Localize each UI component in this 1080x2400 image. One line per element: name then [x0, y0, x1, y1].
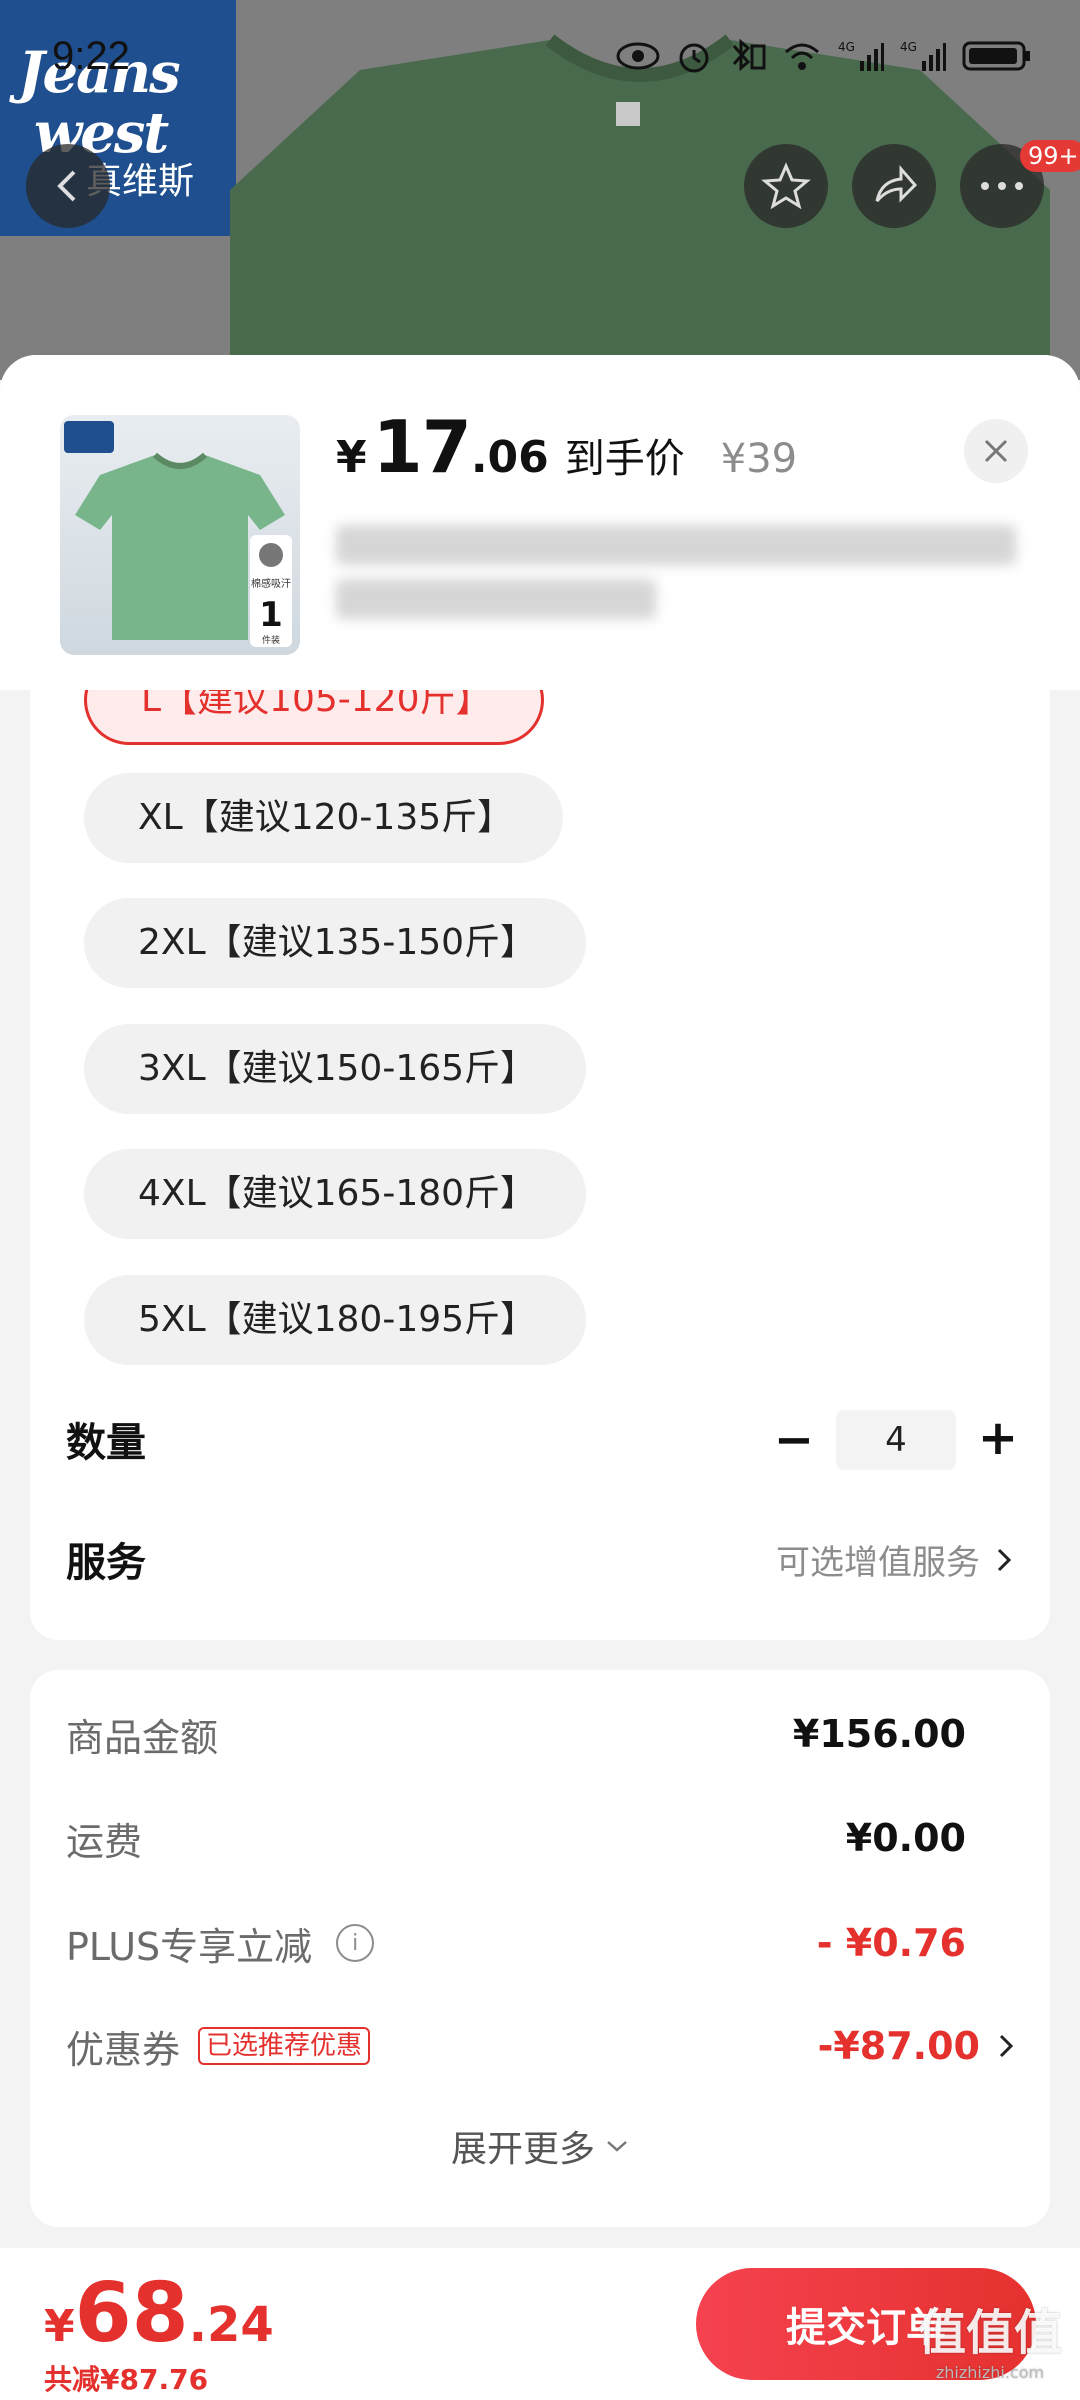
thumb-badge-unit: 件装: [261, 636, 280, 646]
share-button[interactable]: [852, 144, 936, 228]
service-selector[interactable]: 可选增值服务: [776, 1535, 1012, 1584]
price-line: ¥ 17 .06 到手价 ¥39: [336, 405, 797, 489]
alarm-icon: [679, 43, 709, 73]
size-option-4xl[interactable]: 4XL【建议165-180斤】: [84, 1149, 587, 1239]
coupon-row[interactable]: 优惠券 已选推荐优惠 -¥87.00: [66, 2016, 1014, 2076]
service-value: 可选增值服务: [776, 1543, 980, 1583]
size-option-label: 5XL【建议180-195斤】: [138, 1299, 537, 1340]
sheet-header: 棉感吸汗 1 件装 ¥ 17 .06 到手价 ¥39: [0, 355, 1080, 690]
total-saved: 共减¥87.76: [44, 2363, 209, 2396]
price-currency: ¥: [336, 432, 367, 483]
total-decimal: .24: [188, 2297, 274, 2353]
size-option-label: 3XL【建议150-165斤】: [138, 1048, 537, 1089]
goods-amount-row: 商品金额 ¥156.00: [66, 1704, 966, 1764]
status-icons: 4G 4G: [616, 34, 1032, 78]
size-option-label: 2XL【建议135-150斤】: [138, 922, 537, 963]
plus-discount-value: - ¥0.76: [816, 1921, 966, 1965]
size-option-label: XL【建议120-135斤】: [138, 797, 514, 838]
quantity-label: 数量: [66, 1420, 146, 1466]
close-icon: [984, 439, 1008, 463]
svg-text:4G: 4G: [900, 40, 917, 54]
signal-4g-icon-2: 4G: [900, 40, 946, 71]
size-option-l[interactable]: L【建议105-120斤】: [84, 690, 545, 745]
total-currency: ¥: [44, 2301, 75, 2352]
close-button[interactable]: [964, 419, 1028, 483]
favorite-button[interactable]: [744, 144, 828, 228]
coupon-label: 优惠券: [66, 2027, 181, 2072]
size-option-2xl[interactable]: 2XL【建议135-150斤】: [84, 898, 587, 988]
svg-text:4G: 4G: [838, 40, 855, 54]
thumb-badge-text: 棉感吸汗: [251, 579, 291, 590]
star-icon: [761, 162, 811, 210]
coupon-value: -¥87.00: [817, 2024, 980, 2068]
goods-amount-label: 商品金额: [66, 1715, 219, 1760]
status-bar: 9:22 4G 4G: [0, 0, 1080, 110]
watermark-main: 值值值: [917, 2305, 1062, 2361]
more-dots-icon: [981, 182, 1023, 190]
chevron-down-icon: [607, 2141, 627, 2152]
product-thumbnail[interactable]: 棉感吸汗 1 件装: [60, 415, 300, 655]
eye-icon: [616, 42, 660, 70]
expand-more-button[interactable]: 展开更多: [30, 2120, 1050, 2172]
shipping-value: ¥0.00: [845, 1816, 966, 1860]
info-icon[interactable]: i: [336, 1924, 375, 1962]
size-option-xl[interactable]: XL【建议120-135斤】: [84, 773, 564, 863]
expand-more-label: 展开更多: [450, 2129, 595, 2170]
total-price: ¥ 68 .24: [44, 2266, 274, 2361]
plus-discount-label: PLUS专享立减: [66, 1924, 313, 1969]
wifi-icon: [785, 43, 819, 70]
signal-4g-icon: 4G: [838, 40, 884, 71]
spec-card: L【建议105-120斤】 XL【建议120-135斤】 2XL【建议135-1…: [30, 690, 1050, 1640]
battery-icon: [962, 41, 1030, 71]
coupon-recommended-tag: 已选推荐优惠: [198, 2027, 371, 2065]
quantity-input[interactable]: 4: [836, 1410, 956, 1470]
sku-bottom-sheet: 棉感吸汗 1 件装 ¥ 17 .06 到手价 ¥39 L【建议105-120斤】…: [0, 355, 1080, 2400]
share-icon: [875, 165, 918, 203]
chevron-right-icon: [997, 1548, 1012, 1571]
thumb-badge-count: 1: [259, 595, 283, 635]
original-price: ¥39: [720, 436, 798, 482]
product-title-blurred: [336, 525, 1026, 635]
size-option-label: 4XL【建议165-180斤】: [138, 1173, 537, 1214]
size-option-label: L【建议105-120斤】: [141, 690, 492, 720]
price-tag: 到手价: [564, 436, 685, 482]
goods-amount-value: ¥156.00: [792, 1712, 966, 1756]
quantity-increment-button[interactable]: +: [974, 1408, 1022, 1468]
total-integer: 68: [74, 2266, 189, 2361]
plus-discount-row: PLUS专享立减 i - ¥0.76: [66, 1913, 966, 1973]
price-integer: 17: [372, 405, 472, 489]
shipping-row: 运费 ¥0.00: [66, 1808, 966, 1868]
watermark: 值值值 zhizhizhi.com: [918, 2293, 1062, 2382]
bluetooth-battery-icon: [732, 38, 766, 72]
shipping-label: 运费: [66, 1819, 143, 1864]
service-label: 服务: [66, 1540, 146, 1586]
message-count-badge: 99+: [1020, 140, 1080, 172]
checkout-bar: ¥ 68 .24 共减¥87.76 提交订单 值值值 zhizhizhi.com: [0, 2248, 1080, 2400]
chevron-right-icon: [999, 2034, 1014, 2058]
price-decimal: .06: [470, 432, 549, 483]
chevron-left-icon: [57, 170, 76, 202]
back-button[interactable]: [26, 144, 110, 228]
quantity-decrement-button[interactable]: −: [770, 1412, 818, 1468]
watermark-sub: zhizhizhi.com: [935, 2363, 1045, 2382]
size-option-5xl[interactable]: 5XL【建议180-195斤】: [84, 1275, 587, 1365]
status-time: 9:22: [52, 34, 130, 78]
size-option-3xl[interactable]: 3XL【建议150-165斤】: [84, 1024, 587, 1114]
price-summary-card: 商品金额 ¥156.00 运费 ¥0.00 PLUS专享立减 i - ¥0.76…: [30, 1670, 1050, 2227]
